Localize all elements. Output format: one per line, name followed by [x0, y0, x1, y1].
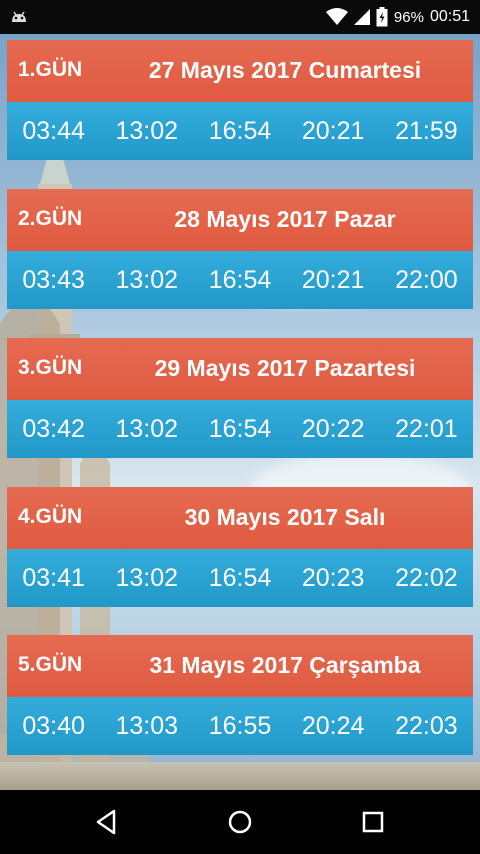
prayer-time: 21:59 [395, 116, 458, 145]
day-number-label: 2.GÜN [18, 207, 83, 230]
day-number-label: 4.GÜN [18, 505, 83, 528]
prayer-time: 16:54 [208, 116, 272, 145]
prayer-time: 03:40 [22, 711, 85, 740]
prayer-time: 13:02 [115, 116, 179, 145]
day-date: 27 Mayıs 2017 Cumartesi [148, 57, 422, 83]
battery-percent: 96% [393, 8, 424, 26]
prayer-time: 13:02 [115, 265, 179, 294]
day-card[interactable]: 3.GÜN 29 Mayıs 2017 Pazartesi 03:42 13:0… [7, 338, 473, 458]
prayer-time: 22:02 [395, 563, 458, 592]
day-header: 4.GÜN 30 Mayıs 2017 Salı [7, 487, 473, 549]
prayer-time: 13:03 [115, 711, 179, 740]
prayer-time: 03:42 [22, 414, 85, 443]
prayer-times-row: 03:41 13:02 16:54 20:23 22:02 [7, 549, 473, 607]
day-card[interactable]: 1.GÜN 27 Mayıs 2017 Cumartesi 03:44 13:0… [7, 40, 473, 160]
day-header: 3.GÜN 29 Mayıs 2017 Pazartesi [7, 338, 473, 400]
prayer-time: 13:02 [115, 563, 179, 592]
battery-icon [376, 7, 388, 27]
prayer-times-row: 03:40 13:03 16:55 20:24 22:03 [7, 697, 473, 755]
day-date: 31 Mayıs 2017 Çarşamba [149, 652, 421, 678]
prayer-times-row: 03:43 13:02 16:54 20:21 22:00 [7, 251, 473, 309]
day-date: 29 Mayıs 2017 Pazartesi [154, 355, 416, 381]
prayer-time: 22:01 [395, 414, 458, 443]
prayer-times-list[interactable]: 1.GÜN 27 Mayıs 2017 Cumartesi 03:44 13:0… [0, 34, 480, 790]
prayer-time: 03:44 [22, 116, 85, 145]
day-number-label: 3.GÜN [18, 356, 83, 379]
prayer-time: 16:54 [208, 414, 272, 443]
wifi-icon [325, 8, 348, 25]
navigation-bar [0, 790, 480, 854]
prayer-time: 13:02 [115, 414, 179, 443]
prayer-time: 20:21 [301, 265, 365, 294]
prayer-time: 20:21 [301, 116, 365, 145]
day-header: 1.GÜN 27 Mayıs 2017 Cumartesi [7, 40, 473, 102]
day-date: 28 Mayıs 2017 Pazar [174, 206, 396, 232]
day-card[interactable]: 2.GÜN 28 Mayıs 2017 Pazar 03:43 13:02 16… [7, 189, 473, 309]
day-card[interactable]: 4.GÜN 30 Mayıs 2017 Salı 03:41 13:02 16:… [7, 487, 473, 607]
recents-icon[interactable] [357, 806, 389, 838]
prayer-time: 22:00 [395, 265, 458, 294]
prayer-time: 20:24 [301, 711, 365, 740]
home-icon[interactable] [224, 806, 256, 838]
android-icon [12, 11, 26, 22]
prayer-time: 16:54 [208, 265, 272, 294]
day-card[interactable]: 5.GÜN 31 Mayıs 2017 Çarşamba 03:40 13:03… [7, 635, 473, 755]
prayer-time: 16:54 [208, 563, 272, 592]
prayer-times-row: 03:44 13:02 16:54 20:21 21:59 [7, 102, 473, 160]
back-icon[interactable] [90, 806, 122, 838]
status-bar: 96% 00:51 [0, 0, 480, 34]
prayer-times-row: 03:42 13:02 16:54 20:22 22:01 [7, 400, 473, 458]
cell-signal-icon [353, 9, 370, 25]
prayer-time: 16:55 [208, 711, 272, 740]
clock: 00:51 [429, 8, 470, 25]
day-header: 5.GÜN 31 Mayıs 2017 Çarşamba [7, 635, 473, 697]
day-date: 30 Mayıs 2017 Salı [184, 504, 386, 530]
prayer-time: 20:22 [301, 414, 365, 443]
day-number-label: 5.GÜN [18, 653, 83, 676]
day-header: 2.GÜN 28 Mayıs 2017 Pazar [7, 189, 473, 251]
day-number-label: 1.GÜN [18, 58, 83, 81]
prayer-time: 20:23 [301, 563, 365, 592]
prayer-time: 03:41 [22, 563, 85, 592]
prayer-time: 03:43 [22, 265, 85, 294]
prayer-time: 22:03 [395, 711, 458, 740]
